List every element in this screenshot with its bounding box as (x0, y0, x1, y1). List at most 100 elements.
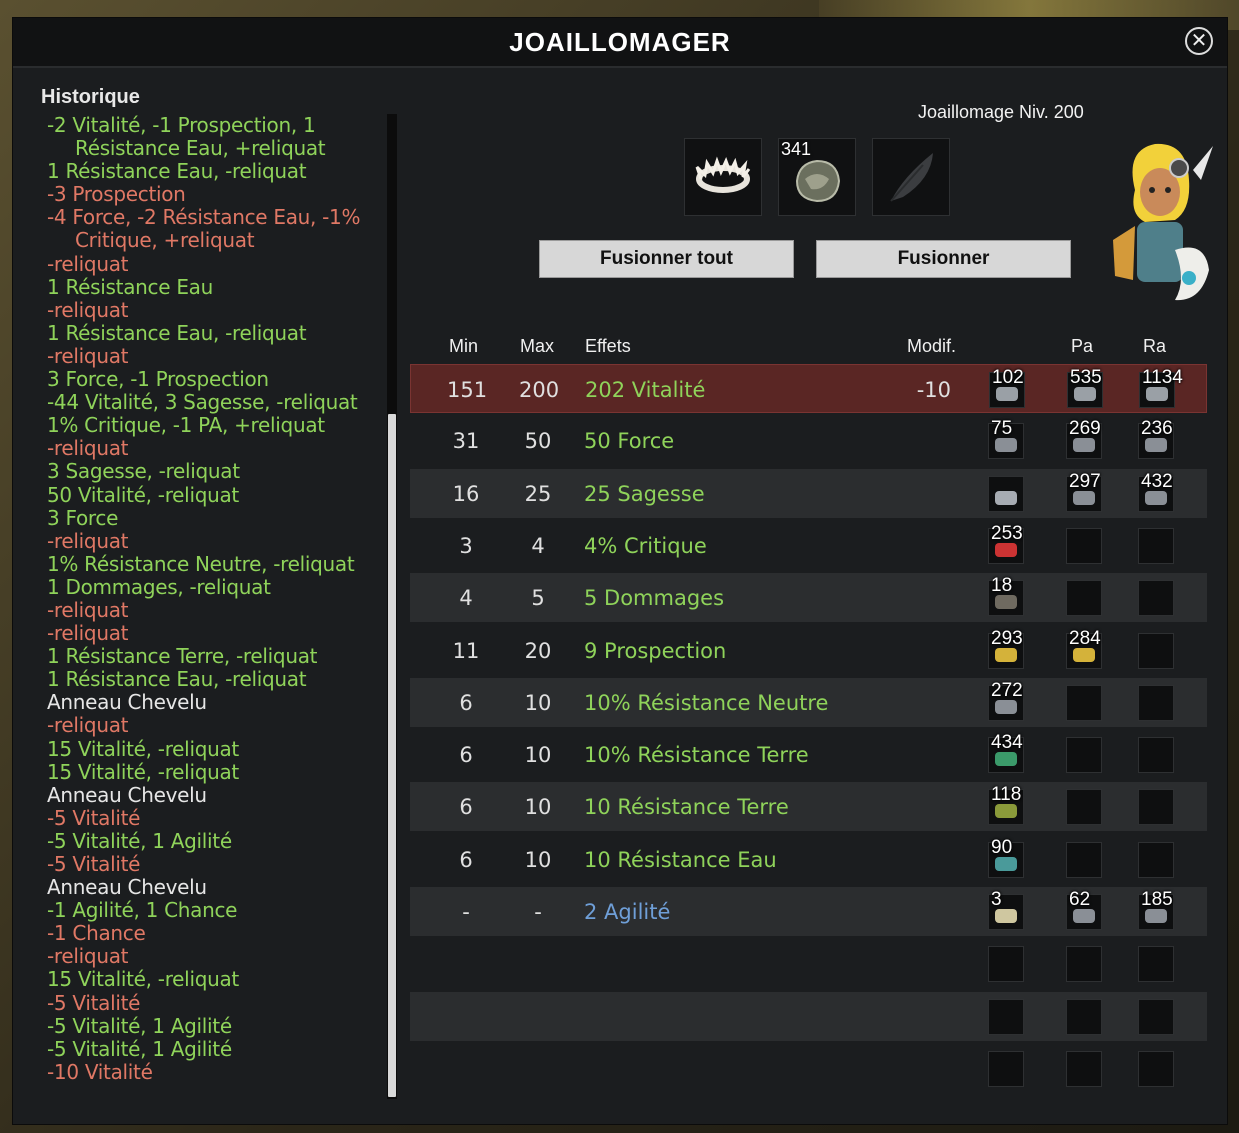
effect-row[interactable]: 6 10 10 Résistance Terre 118 (410, 782, 1207, 832)
history-entry: 3 Force, -1 Prospection (47, 367, 269, 392)
merge-button[interactable]: Fusionner (816, 240, 1071, 278)
rune-slot-ba[interactable]: 293 (988, 628, 1024, 669)
rune-slot-pa[interactable]: 269 (1066, 418, 1102, 460)
rune-slot-ra[interactable] (1138, 789, 1174, 826)
rune-slot-ra[interactable]: 185 (1138, 889, 1174, 930)
rune-slot-ba[interactable]: 253 (988, 523, 1024, 564)
rune-quantity: 272 (991, 679, 1023, 701)
rune-slot-ra[interactable] (1138, 946, 1174, 983)
effect-min: 4 (459, 586, 473, 611)
history-entry: -reliquat (47, 251, 129, 276)
rune-slot-pa[interactable] (1066, 580, 1102, 617)
rune-slot-ra[interactable] (1138, 841, 1174, 878)
effect-row[interactable]: 11 20 9 Prospection 293 284 (410, 626, 1207, 675)
effect-min: 11 (452, 638, 480, 663)
history-panel: Historique -2 Vitalité, -1 Prospection, … (25, 80, 397, 1110)
effect-min: - (462, 900, 470, 924)
rune-slot-ba[interactable]: 434 (988, 732, 1024, 774)
catalyst-slot[interactable] (872, 138, 950, 216)
effect-max: 5 (531, 586, 545, 611)
rune-slot-pa[interactable]: 62 (1066, 889, 1102, 930)
rune-slot-ra[interactable] (1138, 684, 1174, 721)
effect-name: 25 Sagesse (584, 481, 705, 506)
rune-slot-ba[interactable]: 75 (988, 418, 1024, 460)
window-titlebar[interactable]: JOAILLOMAGER ✕ (13, 18, 1227, 68)
history-scroll-thumb[interactable] (388, 414, 396, 1097)
rune-slot-pa[interactable] (1066, 684, 1102, 721)
rune-slot-ba[interactable]: 118 (988, 784, 1024, 826)
rune-quantity: 297 (1069, 470, 1101, 492)
effect-name: 2 Agilité (584, 900, 671, 924)
history-entry: -5 Vitalité (47, 805, 141, 830)
effect-name: 4% Critique (584, 533, 707, 558)
effect-row[interactable] (410, 991, 1207, 1041)
rune-slot-pa[interactable]: 535 (1067, 367, 1103, 408)
effect-row[interactable]: - - 2 Agilité 3 62 185 (410, 887, 1207, 936)
rune-slot-ba[interactable] (988, 998, 1024, 1035)
rune-slot-pa[interactable] (1066, 946, 1102, 983)
rune-slot-pa[interactable]: 284 (1066, 628, 1102, 669)
history-list[interactable]: -2 Vitalité, -1 Prospection, 1 Résistanc… (47, 113, 367, 1084)
effect-min: 31 (452, 429, 480, 454)
rune-slot-ra[interactable] (1138, 1050, 1174, 1087)
effect-row[interactable]: 6 10 10% Résistance Terre 434 (410, 730, 1207, 779)
history-scrollbar[interactable] (387, 114, 397, 1099)
rune-quantity: 75 (991, 418, 1013, 440)
effect-row[interactable]: 3 4 4% Critique 253 (410, 521, 1207, 570)
effect-min: 6 (459, 795, 473, 820)
rune-slot-ra[interactable]: 236 (1138, 418, 1174, 460)
effect-row[interactable]: 6 10 10 Résistance Eau 90 (410, 835, 1207, 884)
item-slot[interactable] (684, 138, 762, 216)
rune-slot-ra[interactable]: 432 (1138, 471, 1174, 512)
history-entry: Anneau Chevelu (47, 690, 207, 715)
rune-slot-pa[interactable] (1066, 789, 1102, 826)
rune-quantity: 293 (991, 627, 1023, 649)
history-entry: 15 Vitalité, -reliquat (47, 736, 239, 761)
rune-slot-ra[interactable] (1138, 737, 1174, 774)
effect-max: 200 (519, 378, 560, 402)
history-entry: 1 Résistance Terre, -reliquat (47, 644, 318, 669)
history-entry: -reliquat (47, 621, 129, 646)
rune-slot-pa[interactable] (1066, 737, 1102, 774)
rune-slot-ba[interactable] (988, 946, 1024, 983)
effect-row[interactable] (410, 939, 1207, 988)
history-entry: -reliquat (47, 944, 129, 969)
effect-row[interactable]: 16 25 25 Sagesse 297 432 (410, 468, 1207, 518)
history-entry: -5 Vitalité (47, 990, 141, 1015)
history-entry: -5 Vitalité, 1 Agilité (47, 828, 232, 853)
rune-slot-ra[interactable] (1138, 580, 1174, 617)
rune-slot-ba[interactable]: 90 (988, 837, 1024, 878)
rune-slot-ba[interactable] (988, 475, 1024, 512)
header-max: Max (520, 336, 555, 356)
rune-icon (1145, 490, 1167, 505)
rune-slot-ba[interactable]: 102 (989, 367, 1025, 408)
rune-slot-pa[interactable] (1066, 841, 1102, 878)
history-entry: -44 Vitalité, 3 Sagesse, -reliquat (47, 390, 358, 415)
effect-row[interactable]: 4 5 5 Dommages 18 (410, 573, 1207, 623)
rune-slot-ra[interactable] (1138, 998, 1174, 1035)
rune-icon (995, 804, 1017, 819)
effect-row[interactable]: 6 10 10% Résistance Neutre 272 (410, 677, 1207, 727)
effect-row[interactable] (410, 1044, 1207, 1093)
close-icon[interactable]: ✕ (1185, 27, 1213, 55)
effect-name: 202 Vitalité (585, 378, 706, 402)
effect-row[interactable]: 31 50 50 Force 75 269 236 (410, 416, 1207, 465)
rune-slot-ra[interactable] (1138, 527, 1174, 564)
merge-all-button[interactable]: Fusionner tout (539, 240, 794, 278)
rune-slot-ba[interactable]: 3 (988, 889, 1024, 930)
history-entry: 1 Résistance Eau, -reliquat (47, 667, 307, 692)
rune-slot-ra[interactable] (1138, 632, 1174, 669)
effect-row[interactable]: 151 200 202 Vitalité -10 102 535 1134 (410, 364, 1207, 413)
rune-slot-pa[interactable] (1066, 1050, 1102, 1087)
rune-slot-ra[interactable]: 1134 (1139, 367, 1183, 408)
rune-icon (1073, 490, 1095, 505)
header-effects: Effets (585, 336, 631, 356)
rune-slot-ba[interactable] (988, 1050, 1024, 1087)
rune-slot[interactable]: 341 (778, 138, 856, 216)
rune-slot-pa[interactable] (1066, 998, 1102, 1035)
history-entry: 1% Résistance Neutre, -reliquat (47, 551, 355, 576)
rune-slot-ba[interactable]: 18 (988, 575, 1024, 617)
rune-slot-pa[interactable] (1066, 527, 1102, 564)
rune-slot-pa[interactable]: 297 (1066, 471, 1102, 512)
rune-slot-ba[interactable]: 272 (988, 680, 1024, 721)
